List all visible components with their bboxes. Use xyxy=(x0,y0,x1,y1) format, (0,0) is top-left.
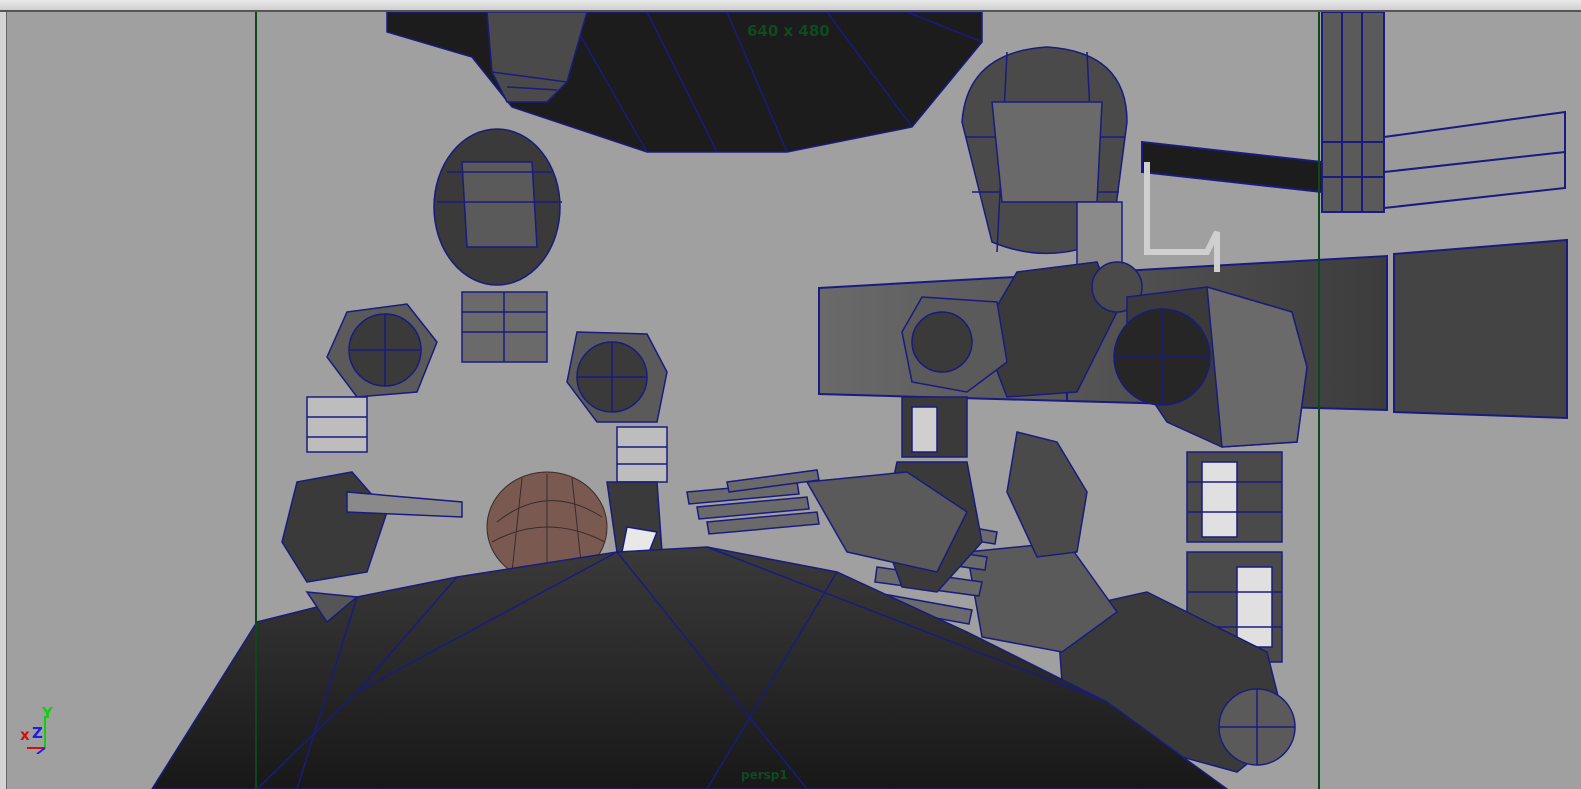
axis-z-label: Z xyxy=(32,724,43,742)
panel-left-border[interactable] xyxy=(0,12,7,789)
left-robot xyxy=(281,128,668,583)
3d-viewport[interactable]: 640 x 480 persp1 x Z Y xyxy=(7,12,1581,789)
camera-name-label: persp1 xyxy=(741,768,788,782)
overhead-lamp xyxy=(386,12,983,153)
axis-x-label: x xyxy=(20,726,30,744)
resolution-gate-right-line xyxy=(1318,12,1320,789)
view-axis-indicator: x Z Y xyxy=(17,704,67,755)
resolution-gate-label: 640 x 480 xyxy=(747,22,830,40)
scene-render xyxy=(151,12,1568,789)
axis-y-label: Y xyxy=(42,704,53,722)
maya-viewport-window: 640 x 480 persp1 x Z Y xyxy=(0,0,1581,789)
resolution-gate-left-line xyxy=(255,12,257,789)
panel-top-border xyxy=(0,0,1581,12)
